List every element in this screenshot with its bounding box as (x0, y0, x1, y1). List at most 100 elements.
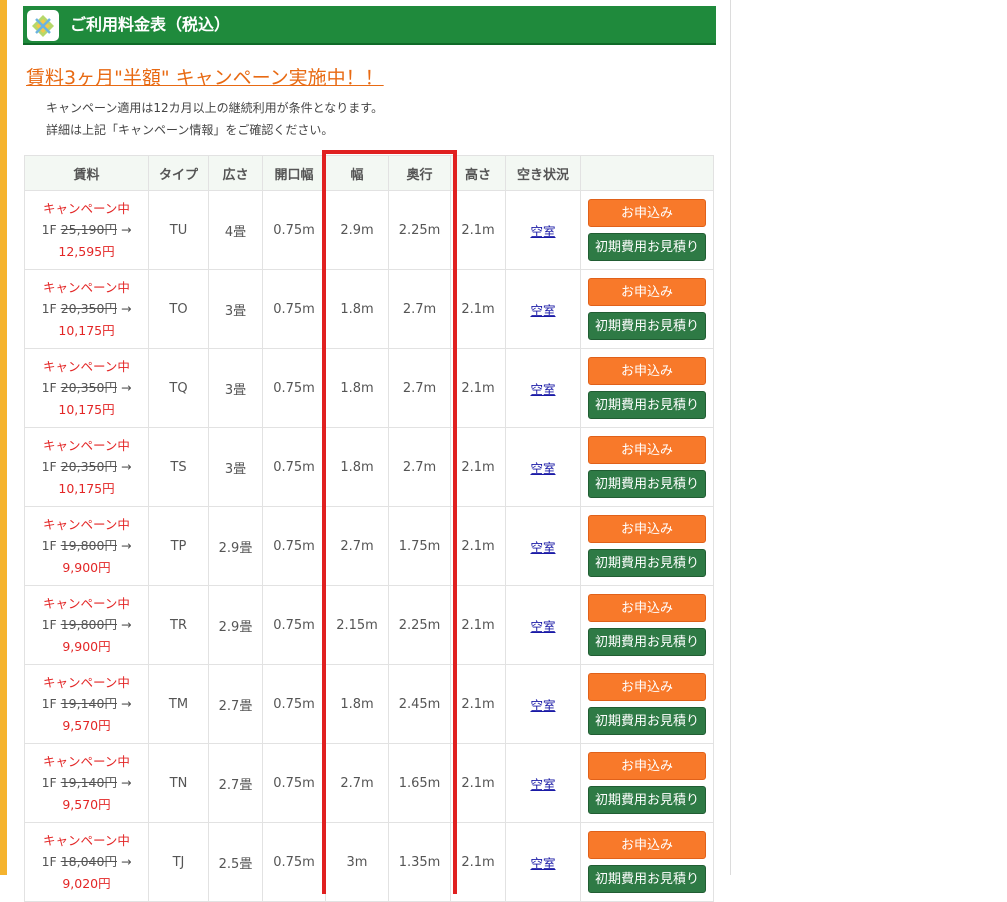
vacancy-link[interactable]: 空室 (530, 382, 555, 397)
rent-cell: キャンペーン中 1F 19,140円 → 9,570円 (24, 664, 149, 744)
height-cell: 2.1m (450, 743, 506, 823)
floor-label: 1F (41, 459, 57, 475)
old-price: 19,800円 (60, 538, 117, 554)
estimate-button[interactable]: 初期費用お見積り (588, 628, 706, 656)
area-cell: 3畳 (208, 427, 263, 507)
floor-label: 1F (41, 538, 57, 554)
campaign-label: キャンペーン中 (43, 279, 130, 295)
estimate-button[interactable]: 初期費用お見積り (588, 549, 706, 577)
actions-cell: お申込み初期費用お見積り (580, 427, 714, 507)
status-cell: 空室 (505, 743, 581, 823)
vacancy-link[interactable]: 空室 (530, 777, 555, 792)
apply-button[interactable]: お申込み (588, 752, 706, 780)
price-arrow: → (120, 775, 132, 791)
apply-button[interactable]: お申込み (588, 357, 706, 385)
fee-line: 1F 20,350円 → (25, 456, 148, 478)
status-cell: 空室 (505, 190, 581, 270)
campaign-note-condition: キャンペーン適用は12カ月以上の継続利用が条件となります。 (46, 101, 384, 115)
rent-cell: キャンペーン中 1F 19,140円 → 9,570円 (24, 743, 149, 823)
height-cell: 2.1m (450, 348, 506, 428)
vacancy-link[interactable]: 空室 (530, 461, 555, 476)
actions-cell: お申込み初期費用お見積り (580, 348, 714, 428)
fee-line: 1F 19,800円 → (25, 614, 148, 636)
opening-cell: 0.75m (262, 427, 326, 507)
estimate-button[interactable]: 初期費用お見積り (588, 312, 706, 340)
type-cell: TQ (148, 348, 209, 428)
estimate-button[interactable]: 初期費用お見積り (588, 707, 706, 735)
vacancy-link[interactable]: 空室 (530, 224, 555, 239)
campaign-label: キャンペーン中 (43, 674, 130, 690)
rent-cell: キャンペーン中 1F 25,190円 → 12,595円 (24, 190, 149, 270)
type-cell: TS (148, 427, 209, 507)
discounted-price: 10,175円 (58, 401, 115, 417)
estimate-button[interactable]: 初期費用お見積り (588, 470, 706, 498)
type-cell: TM (148, 664, 209, 744)
campaign-label: キャンペーン中 (43, 358, 130, 374)
price-arrow: → (120, 380, 132, 396)
area-cell: 4畳 (208, 190, 263, 270)
apply-button[interactable]: お申込み (588, 831, 706, 859)
col-header-type: タイプ (148, 155, 209, 191)
actions-cell: お申込み初期費用お見積り (580, 506, 714, 586)
vacancy-link[interactable]: 空室 (530, 303, 555, 318)
col-header-height: 高さ (450, 155, 506, 191)
discounted-price: 9,570円 (62, 796, 111, 812)
price-arrow: → (120, 696, 132, 712)
old-price: 19,140円 (60, 775, 117, 791)
campaign-note-details: 詳細は上記「キャンペーン情報」をご確認ください。 (46, 123, 334, 137)
section-header: ご利用料金表（税込） (23, 6, 716, 45)
area-cell: 2.9畳 (208, 506, 263, 586)
floor-label: 1F (41, 617, 57, 633)
height-cell: 2.1m (450, 664, 506, 744)
apply-button[interactable]: お申込み (588, 436, 706, 464)
content-right-border (730, 0, 731, 875)
estimate-button[interactable]: 初期費用お見積り (588, 865, 706, 893)
vacancy-link[interactable]: 空室 (530, 698, 555, 713)
rent-cell: キャンペーン中 1F 20,350円 → 10,175円 (24, 269, 149, 349)
col-header-status: 空き状況 (505, 155, 581, 191)
vacancy-link[interactable]: 空室 (530, 619, 555, 634)
actions-cell: お申込み初期費用お見積り (580, 585, 714, 665)
discounted-price: 9,900円 (62, 559, 111, 575)
opening-cell: 0.75m (262, 743, 326, 823)
estimate-button[interactable]: 初期費用お見積り (588, 391, 706, 419)
apply-button[interactable]: お申込み (588, 515, 706, 543)
old-price: 25,190円 (60, 222, 117, 238)
vacancy-link[interactable]: 空室 (530, 856, 555, 871)
floor-label: 1F (41, 696, 57, 712)
highlight-frame (322, 150, 457, 894)
left-decor-stripe (0, 0, 7, 875)
old-price: 19,800円 (60, 617, 117, 633)
fee-line: 1F 25,190円 → (25, 219, 148, 241)
section-title: ご利用料金表（税込） (70, 15, 231, 34)
discounted-price: 9,020円 (62, 875, 111, 891)
apply-button[interactable]: お申込み (588, 278, 706, 306)
apply-button[interactable]: お申込み (588, 594, 706, 622)
opening-cell: 0.75m (262, 190, 326, 270)
discounted-price: 10,175円 (58, 322, 115, 338)
actions-cell: お申込み初期費用お見積り (580, 822, 714, 902)
old-price: 20,350円 (60, 380, 117, 396)
apply-button[interactable]: お申込み (588, 673, 706, 701)
estimate-button[interactable]: 初期費用お見積り (588, 786, 706, 814)
floor-label: 1F (41, 854, 57, 870)
price-arrow: → (120, 617, 132, 633)
area-cell: 3畳 (208, 348, 263, 428)
apply-button[interactable]: お申込み (588, 199, 706, 227)
area-cell: 2.5畳 (208, 822, 263, 902)
area-cell: 2.7畳 (208, 743, 263, 823)
old-price: 20,350円 (60, 459, 117, 475)
price-arrow: → (120, 854, 132, 870)
status-cell: 空室 (505, 427, 581, 507)
height-cell: 2.1m (450, 190, 506, 270)
height-cell: 2.1m (450, 269, 506, 349)
area-cell: 2.9畳 (208, 585, 263, 665)
estimate-button[interactable]: 初期費用お見積り (588, 233, 706, 261)
rent-cell: キャンペーン中 1F 19,800円 → 9,900円 (24, 506, 149, 586)
vacancy-link[interactable]: 空室 (530, 540, 555, 555)
actions-cell: お申込み初期費用お見積り (580, 269, 714, 349)
height-cell: 2.1m (450, 585, 506, 665)
price-arrow: → (120, 222, 132, 238)
fee-line: 1F 20,350円 → (25, 377, 148, 399)
opening-cell: 0.75m (262, 585, 326, 665)
